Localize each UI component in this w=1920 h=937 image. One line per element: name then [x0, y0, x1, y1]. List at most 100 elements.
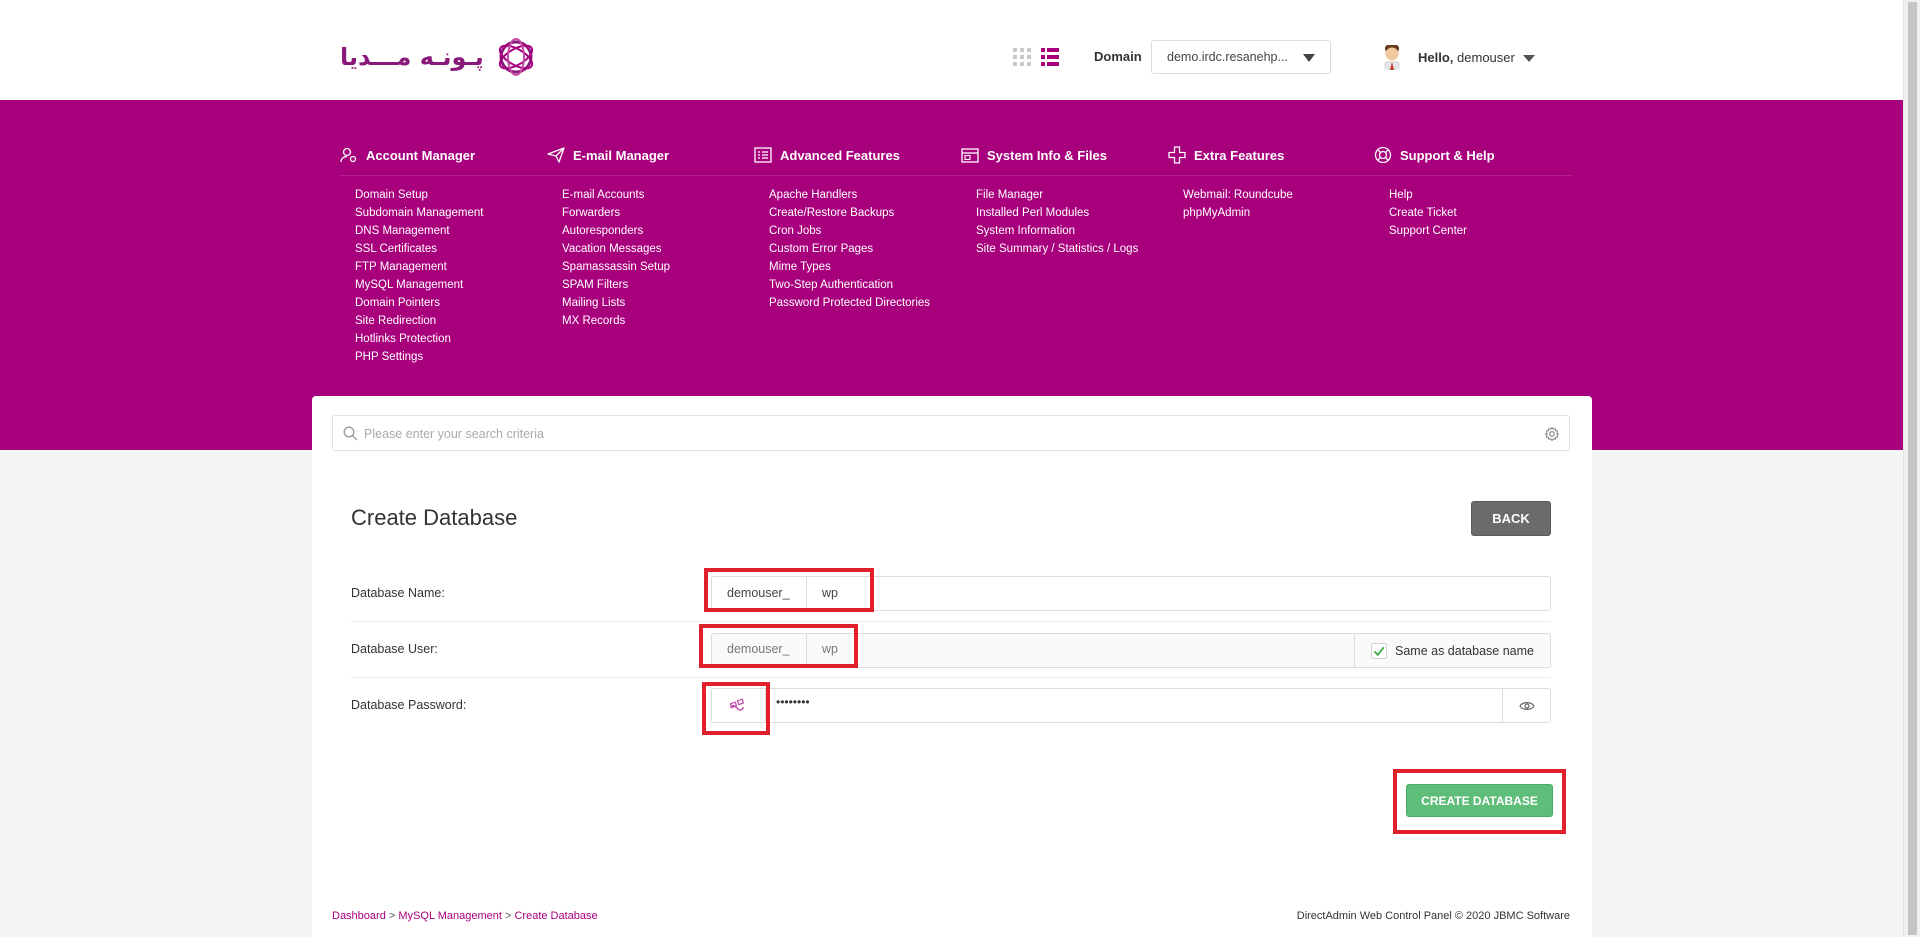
menu-item-webmail-roundcube[interactable]: Webmail: Roundcube	[1183, 186, 1293, 204]
menu-item-site-summary[interactable]: Site Summary / Statistics / Logs	[976, 240, 1138, 258]
avatar	[1384, 45, 1400, 70]
menu-account-manager: Account Manager Domain Setup Subdomain M…	[340, 146, 484, 366]
menu-item-system-information[interactable]: System Information	[976, 222, 1138, 240]
menu-item-email-accounts[interactable]: E-mail Accounts	[562, 186, 670, 204]
menu-item-dns-management[interactable]: DNS Management	[355, 222, 484, 240]
domain-value: demo.irdc.resanehp...	[1167, 50, 1288, 64]
menu-item-subdomain-management[interactable]: Subdomain Management	[355, 204, 484, 222]
password-input[interactable]: ••••••••	[776, 695, 810, 709]
menu-heading[interactable]: Account Manager	[340, 146, 484, 164]
page-title: Create Database	[351, 505, 518, 530]
search-input[interactable]	[364, 424, 1514, 444]
breadcrumb-dashboard[interactable]: Dashboard	[332, 910, 386, 922]
search-bar	[332, 415, 1570, 451]
username: demouser	[1457, 49, 1515, 65]
back-button[interactable]: BACK	[1471, 501, 1551, 536]
menu-email-manager: E-mail Manager E-mail Accounts Forwarder…	[547, 146, 670, 330]
menu-heading[interactable]: System Info & Files	[961, 146, 1138, 164]
lifebuoy-icon	[1374, 146, 1392, 164]
grid-view-icon[interactable]	[1013, 48, 1031, 66]
menu-item-cron-jobs[interactable]: Cron Jobs	[769, 222, 930, 240]
menu-item-ftp-management[interactable]: FTP Management	[355, 258, 484, 276]
db-password-field	[711, 688, 1551, 723]
menu-item-vacation-messages[interactable]: Vacation Messages	[562, 240, 670, 258]
menu-item-create-ticket[interactable]: Create Ticket	[1389, 204, 1495, 222]
menu-items: Apache Handlers Create/Restore Backups C…	[769, 186, 930, 312]
menu-item-forwarders[interactable]: Forwarders	[562, 204, 670, 222]
menu-item-file-manager[interactable]: File Manager	[976, 186, 1138, 204]
brand-logo[interactable]: پـونـه مـــديا	[340, 34, 538, 80]
menu-item-password-protected-directories[interactable]: Password Protected Directories	[769, 294, 930, 312]
menu-item-ssl-certificates[interactable]: SSL Certificates	[355, 240, 484, 258]
show-password-button[interactable]	[1502, 688, 1551, 723]
menu-item-support-center[interactable]: Support Center	[1389, 222, 1495, 240]
menu-heading-label: Extra Features	[1194, 147, 1285, 163]
row-divider	[351, 621, 1551, 622]
menu-item-help[interactable]: Help	[1389, 186, 1495, 204]
eye-icon	[1519, 701, 1535, 710]
user-gear-icon	[340, 147, 357, 163]
db-password-label: Database Password:	[351, 698, 467, 712]
db-name-label: Database Name:	[351, 586, 445, 600]
folder-window-icon	[961, 148, 979, 163]
menu-item-domain-setup[interactable]: Domain Setup	[355, 186, 484, 204]
highlight-db-name	[704, 568, 874, 612]
list-view-icon[interactable]	[1041, 48, 1059, 66]
menu-heading[interactable]: Extra Features	[1168, 146, 1293, 164]
top-bar	[0, 0, 1903, 100]
menu-item-custom-error-pages[interactable]: Custom Error Pages	[769, 240, 930, 258]
menu-item-spamassassin-setup[interactable]: Spamassassin Setup	[562, 258, 670, 276]
menu-item-installed-perl-modules[interactable]: Installed Perl Modules	[976, 204, 1138, 222]
menu-item-hotlinks-protection[interactable]: Hotlinks Protection	[355, 330, 484, 348]
row-divider	[351, 677, 1551, 678]
menu-item-spam-filters[interactable]: SPAM Filters	[562, 276, 670, 294]
menu-items: Webmail: Roundcube phpMyAdmin	[1183, 186, 1293, 222]
page-scrollbar[interactable]	[1903, 0, 1920, 937]
highlight-db-user	[699, 624, 858, 668]
footer-copyright: DirectAdmin Web Control Panel © 2020 JBM…	[1296, 910, 1570, 922]
menu-item-phpmyadmin[interactable]: phpMyAdmin	[1183, 204, 1293, 222]
db-user-label: Database User:	[351, 642, 438, 656]
chevron-down-icon	[1522, 54, 1535, 62]
menu-advanced-features: Advanced Features Apache Handlers Create…	[754, 146, 930, 312]
menu-item-autoresponders[interactable]: Autoresponders	[562, 222, 670, 240]
menu-heading-label: E-mail Manager	[573, 147, 670, 163]
menu-item-mime-types[interactable]: Mime Types	[769, 258, 930, 276]
highlight-create-button	[1393, 769, 1566, 834]
user-menu[interactable]: Hello, demouser	[1380, 44, 1535, 70]
menu-item-domain-pointers[interactable]: Domain Pointers	[355, 294, 484, 312]
menu-items: File Manager Installed Perl Modules Syst…	[976, 186, 1138, 258]
menu-item-mailing-lists[interactable]: Mailing Lists	[562, 294, 670, 312]
menu-item-two-step-authentication[interactable]: Two-Step Authentication	[769, 276, 930, 294]
gear-icon[interactable]	[1544, 426, 1560, 442]
list-panel-icon	[754, 147, 772, 163]
menu-heading-label: System Info & Files	[987, 147, 1107, 163]
menu-item-mysql-management[interactable]: MySQL Management	[355, 276, 484, 294]
search-icon	[343, 426, 358, 441]
scrollbar-thumb[interactable]	[1908, 2, 1917, 935]
breadcrumb-create-database: Create Database	[514, 910, 598, 922]
menu-support-help: Support & Help Help Create Ticket Suppor…	[1374, 146, 1495, 240]
menu-item-php-settings[interactable]: PHP Settings	[355, 348, 484, 366]
menu-item-site-redirection[interactable]: Site Redirection	[355, 312, 484, 330]
menu-item-mx-records[interactable]: MX Records	[562, 312, 670, 330]
menu-item-apache-handlers[interactable]: Apache Handlers	[769, 186, 930, 204]
menu-heading[interactable]: Advanced Features	[754, 146, 930, 164]
chevron-down-icon	[1303, 54, 1315, 62]
highlight-generate-password	[702, 682, 770, 735]
domain-select[interactable]: demo.irdc.resanehp...	[1151, 40, 1331, 74]
menu-heading-label: Advanced Features	[780, 147, 900, 163]
menu-heading[interactable]: Support & Help	[1374, 146, 1495, 164]
breadcrumb-separator: >	[504, 910, 512, 922]
hello-prefix: Hello,	[1418, 49, 1454, 65]
view-switcher	[1013, 48, 1059, 66]
menu-heading[interactable]: E-mail Manager	[547, 146, 670, 164]
checkbox-checked-icon[interactable]	[1371, 642, 1387, 659]
same-as-db-name-toggle[interactable]: Same as database name	[1354, 633, 1551, 668]
breadcrumb-separator: >	[388, 910, 396, 922]
menu-item-create-restore-backups[interactable]: Create/Restore Backups	[769, 204, 930, 222]
breadcrumb-mysql-management[interactable]: MySQL Management	[398, 910, 502, 922]
menu-system-info-files: System Info & Files File Manager Install…	[961, 146, 1138, 258]
menu-items: Help Create Ticket Support Center	[1389, 186, 1495, 240]
breadcrumb: Dashboard > MySQL Management > Create Da…	[332, 910, 598, 922]
